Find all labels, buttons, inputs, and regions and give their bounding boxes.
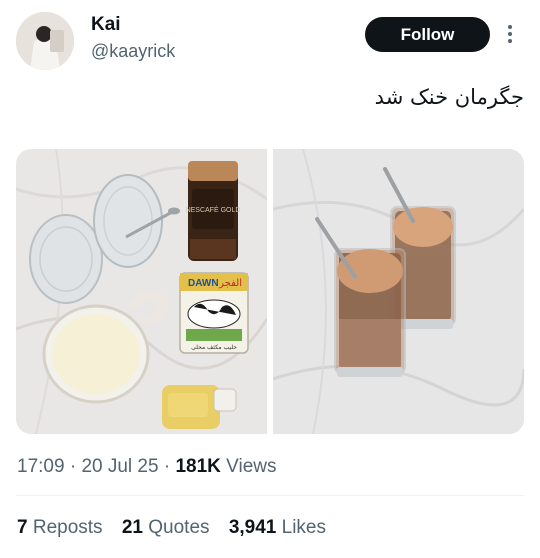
- views-label: Views: [226, 456, 277, 477]
- tweet-meta: 17:09 · 20 Jul 25 · 181K Views: [17, 456, 277, 478]
- photo-ingredients[interactable]: NESCAFÉ GOLD DAWN الفجر حليب مكثف محلى: [16, 149, 267, 434]
- milk-tin-title: الفجر: [218, 278, 242, 289]
- reposts-count: 7: [17, 517, 28, 538]
- avatar-image: [16, 12, 74, 70]
- reposts-stat[interactable]: 7 Reposts: [17, 517, 108, 538]
- views-count: 181K: [175, 456, 221, 477]
- likes-count: 3,941: [228, 517, 277, 538]
- follow-button[interactable]: Follow: [365, 17, 490, 52]
- likes-label: Likes: [281, 517, 326, 538]
- tweet-text: جگرمان خنک شد: [374, 85, 524, 109]
- author-name[interactable]: Kai: [91, 14, 121, 36]
- more-options-icon[interactable]: [503, 22, 517, 48]
- tweet-stats: 7 Reposts 21 Quotes 3,941 Likes: [17, 517, 340, 539]
- quotes-stat[interactable]: 21 Quotes: [122, 517, 215, 538]
- coffee-jar-label: NESCAFÉ GOLD: [186, 205, 241, 214]
- tweet-time[interactable]: 17:09: [17, 456, 65, 477]
- quotes-label: Quotes: [148, 517, 210, 538]
- milk-tin-brand: DAWN: [188, 278, 219, 289]
- tweet-date[interactable]: 20 Jul 25: [81, 456, 158, 477]
- quotes-count: 21: [121, 517, 143, 538]
- milk-tin-caption: حليب مكثف محلى: [191, 344, 237, 351]
- author-handle[interactable]: @kaayrick: [91, 41, 175, 62]
- meta-separator: ·: [69, 456, 77, 477]
- photo-drinks[interactable]: [273, 149, 524, 434]
- tweet-media[interactable]: NESCAFÉ GOLD DAWN الفجر حليب مكثف محلى: [16, 149, 524, 434]
- reposts-label: Reposts: [32, 517, 103, 538]
- meta-separator: ·: [163, 456, 171, 477]
- avatar[interactable]: [16, 12, 74, 70]
- likes-stat[interactable]: 3,941 Likes: [229, 517, 326, 538]
- divider: [16, 495, 524, 496]
